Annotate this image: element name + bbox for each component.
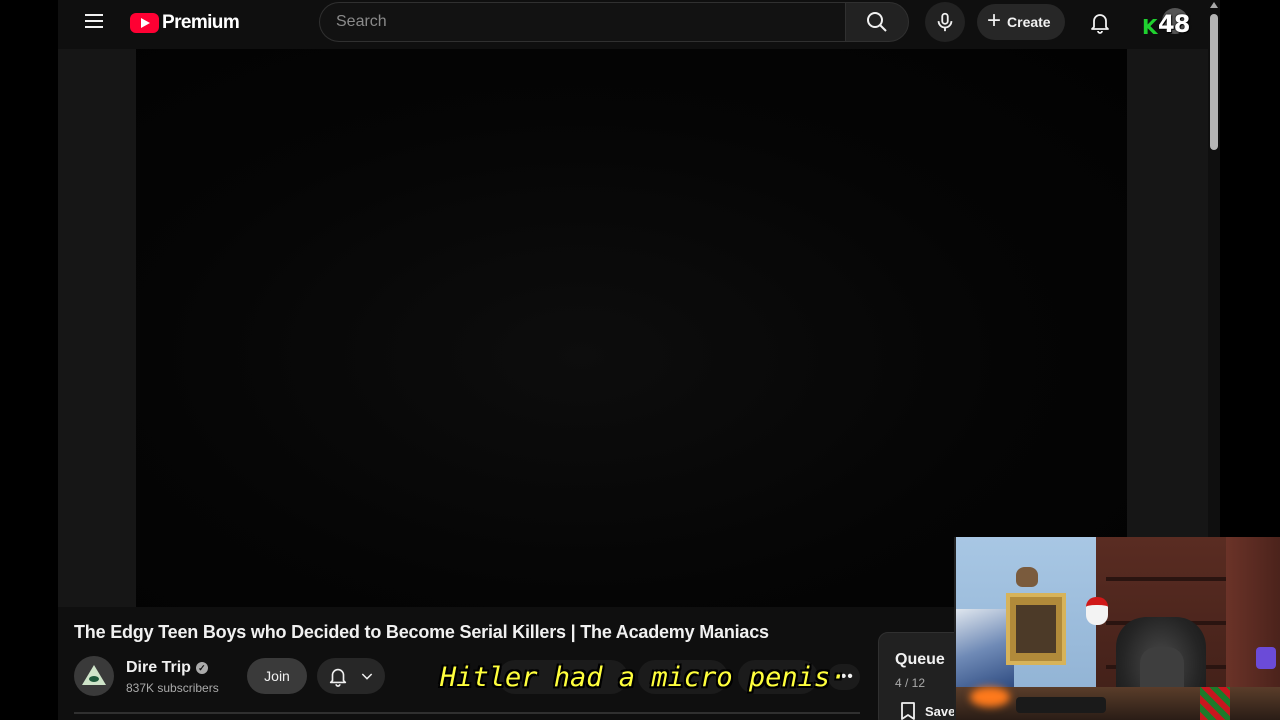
queue-title: Queue bbox=[895, 651, 945, 668]
menu-icon-bar bbox=[85, 26, 103, 28]
webcam-frame-inner bbox=[1016, 605, 1056, 653]
join-button[interactable]: Join bbox=[247, 658, 307, 694]
youtube-premium-logo[interactable]: Premium bbox=[130, 12, 240, 34]
menu-icon-bar bbox=[85, 20, 103, 22]
bell-icon bbox=[1091, 14, 1109, 34]
menu-button[interactable] bbox=[82, 10, 106, 34]
menu-icon-bar bbox=[85, 14, 103, 16]
bookmark-icon bbox=[901, 702, 915, 720]
webcam-toy bbox=[1256, 647, 1276, 669]
webcam-figurine bbox=[1086, 597, 1108, 625]
player-container bbox=[58, 49, 1208, 607]
subscription-notifications-button[interactable] bbox=[317, 658, 385, 694]
search-icon bbox=[867, 12, 887, 32]
webcam-overlay bbox=[954, 537, 1280, 720]
queue-save-label: Save bbox=[925, 703, 956, 719]
youtube-play-icon bbox=[130, 13, 159, 33]
search-bar bbox=[319, 2, 965, 42]
search-button[interactable] bbox=[845, 2, 909, 42]
divider bbox=[74, 712, 860, 714]
webcam-glow bbox=[970, 687, 1010, 707]
voice-search-button[interactable] bbox=[925, 2, 965, 42]
video-title: The Edgy Teen Boys who Decided to Become… bbox=[74, 622, 769, 642]
video-frame bbox=[136, 49, 1127, 607]
channel-name-link[interactable]: Dire Trip ✓ bbox=[126, 659, 208, 677]
notifications-button[interactable] bbox=[1088, 10, 1112, 34]
webcam-keyboard bbox=[1016, 697, 1106, 713]
search-input[interactable] bbox=[319, 2, 845, 42]
channel-name: Dire Trip bbox=[126, 659, 191, 676]
bell-icon bbox=[329, 668, 347, 687]
channel-avatar[interactable] bbox=[74, 656, 114, 696]
create-button[interactable]: + Create bbox=[977, 4, 1065, 40]
microphone-icon bbox=[937, 12, 953, 32]
verified-icon: ✓ bbox=[195, 662, 208, 674]
create-label: Create bbox=[1007, 14, 1051, 30]
chevron-down-icon bbox=[361, 673, 373, 680]
webcam-picture-frame bbox=[1006, 593, 1066, 665]
scrollbar-thumb[interactable] bbox=[1210, 14, 1218, 150]
subscriber-count: 837K subscribers bbox=[126, 681, 219, 695]
webcam-blanket bbox=[1200, 687, 1230, 720]
overlay-badge-number: 48 bbox=[1158, 10, 1190, 38]
scroll-up-arrow-icon[interactable] bbox=[1210, 2, 1218, 8]
logo-text: Premium bbox=[162, 12, 240, 33]
stream-caption-overlay: Hitler had a micro penis· bbox=[440, 662, 847, 693]
masthead: Premium + Create bbox=[58, 0, 1208, 46]
plus-icon: + bbox=[987, 7, 1002, 34]
queue-count: 4 / 12 bbox=[895, 676, 926, 690]
video-player[interactable] bbox=[136, 49, 1127, 607]
channel-logo-icon bbox=[82, 665, 106, 685]
webcam-figurine bbox=[1016, 567, 1038, 587]
channel-logo-eye bbox=[89, 676, 99, 682]
account-avatar[interactable]: K 48 bbox=[1142, 6, 1190, 40]
queue-save-button[interactable]: Save bbox=[899, 701, 955, 720]
